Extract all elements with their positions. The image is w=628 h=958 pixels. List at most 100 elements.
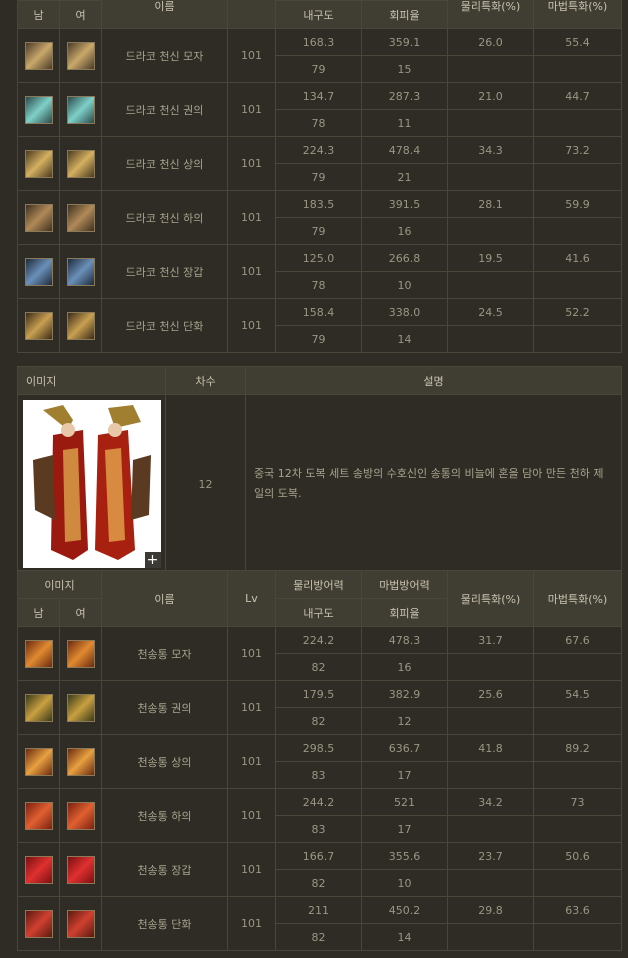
item-name: 드라코 천신 하의 bbox=[101, 190, 228, 245]
item-lv: 101 bbox=[227, 842, 276, 897]
female-icon-cell bbox=[59, 28, 102, 83]
header-phys-def: 물리방어력 bbox=[275, 570, 362, 599]
item-name: 드라코 천신 장갑 bbox=[101, 244, 228, 299]
item-magic-def: 266.8 bbox=[361, 244, 448, 272]
female-item-icon[interactable] bbox=[66, 855, 95, 884]
item-phys-def: 224.3 bbox=[275, 136, 362, 164]
male-item-icon[interactable] bbox=[24, 855, 53, 884]
set-description: 중국 12차 도복 세트 송방의 수호신인 송통의 비늘에 혼을 담아 만든 천… bbox=[245, 394, 622, 574]
item-phys-crit: 25.6 bbox=[447, 680, 534, 708]
male-item-icon[interactable] bbox=[24, 747, 53, 776]
female-icon-cell bbox=[59, 734, 102, 789]
item-durability: 78 bbox=[275, 271, 362, 299]
male-icon-cell bbox=[17, 734, 60, 789]
empty-cell bbox=[533, 325, 622, 353]
item-phys-def: 125.0 bbox=[275, 244, 362, 272]
empty-cell bbox=[447, 163, 534, 191]
item-evasion: 10 bbox=[361, 271, 448, 299]
header-name: 이름 bbox=[101, 570, 228, 627]
item-magic-crit: 89.2 bbox=[533, 734, 622, 762]
male-item-icon[interactable] bbox=[24, 909, 53, 938]
item-magic-crit: 54.5 bbox=[533, 680, 622, 708]
item-lv: 101 bbox=[227, 298, 276, 353]
item-durability: 83 bbox=[275, 761, 362, 789]
item-lv: 101 bbox=[227, 626, 276, 681]
empty-cell bbox=[447, 271, 534, 299]
female-icon-cell bbox=[59, 680, 102, 735]
item-row: 드라코 천신 모자 101 168.3 359.1 26.0 55.4 bbox=[17, 28, 622, 83]
item-row: 드라코 천신 장갑 101 125.0 266.8 19.5 41.6 bbox=[17, 244, 622, 299]
item-row: 천송통 상의 101 298.5 636.7 41.8 89.2 bbox=[17, 734, 622, 789]
male-icon-cell bbox=[17, 842, 60, 897]
female-icon-cell bbox=[59, 136, 102, 191]
male-item-icon[interactable] bbox=[24, 801, 53, 830]
item-lv: 101 bbox=[227, 788, 276, 843]
item-magic-crit: 55.4 bbox=[533, 28, 622, 56]
female-icon-cell bbox=[59, 842, 102, 897]
item-row: 천송통 단화 101 211 450.2 29.8 63.6 bbox=[17, 896, 622, 951]
female-item-icon[interactable] bbox=[66, 693, 95, 722]
item-durability: 79 bbox=[275, 55, 362, 83]
item-durability: 82 bbox=[275, 653, 362, 681]
male-item-icon[interactable] bbox=[24, 257, 53, 286]
empty-cell bbox=[533, 923, 622, 951]
item-phys-def: 224.2 bbox=[275, 626, 362, 654]
empty-cell bbox=[447, 653, 534, 681]
item-evasion: 21 bbox=[361, 163, 448, 191]
header-female: 여 bbox=[59, 598, 102, 627]
item-evasion: 14 bbox=[361, 923, 448, 951]
male-item-icon[interactable] bbox=[24, 203, 53, 232]
item-lv: 101 bbox=[227, 136, 276, 191]
female-item-icon[interactable] bbox=[66, 203, 95, 232]
female-item-icon[interactable] bbox=[66, 41, 95, 70]
header-lv: Lv bbox=[227, 570, 276, 627]
female-item-icon[interactable] bbox=[66, 747, 95, 776]
costume-illustration bbox=[22, 400, 161, 568]
male-item-icon[interactable] bbox=[24, 693, 53, 722]
set-info-table: 이미지 차수 설명 + 12 중국 12차 도복 세트 송방의 수호신인 송통의… bbox=[17, 366, 622, 574]
header-male: 남 bbox=[17, 598, 60, 627]
female-item-icon[interactable] bbox=[66, 909, 95, 938]
item-row: 드라코 천신 상의 101 224.3 478.4 34.3 73.2 bbox=[17, 136, 622, 191]
empty-cell bbox=[533, 109, 622, 137]
female-item-icon[interactable] bbox=[66, 149, 95, 178]
item-durability: 79 bbox=[275, 325, 362, 353]
item-phys-crit: 34.3 bbox=[447, 136, 534, 164]
empty-cell bbox=[533, 217, 622, 245]
male-icon-cell bbox=[17, 896, 60, 951]
header-magic-crit: 마법특화(%) bbox=[533, 0, 622, 29]
item-phys-def: 166.7 bbox=[275, 842, 362, 870]
item-lv: 101 bbox=[227, 680, 276, 735]
item-name: 천송통 하의 bbox=[101, 788, 228, 843]
male-item-icon[interactable] bbox=[24, 639, 53, 668]
item-durability: 82 bbox=[275, 923, 362, 951]
item-row: 천송통 하의 101 244.2 521 34.2 73 bbox=[17, 788, 622, 843]
male-item-icon[interactable] bbox=[24, 41, 53, 70]
item-row: 드라코 천신 단화 101 158.4 338.0 24.5 52.2 bbox=[17, 298, 622, 353]
male-item-icon[interactable] bbox=[24, 311, 53, 340]
item-magic-crit: 41.6 bbox=[533, 244, 622, 272]
female-item-icon[interactable] bbox=[66, 311, 95, 340]
male-item-icon[interactable] bbox=[24, 149, 53, 178]
male-item-icon[interactable] bbox=[24, 95, 53, 124]
female-item-icon[interactable] bbox=[66, 257, 95, 286]
item-evasion: 15 bbox=[361, 55, 448, 83]
item-phys-crit: 41.8 bbox=[447, 734, 534, 762]
female-item-icon[interactable] bbox=[66, 801, 95, 830]
female-item-icon[interactable] bbox=[66, 639, 95, 668]
item-lv: 101 bbox=[227, 896, 276, 951]
item-evasion: 17 bbox=[361, 761, 448, 789]
enlarge-plus-icon[interactable]: + bbox=[144, 552, 161, 568]
item-row: 천송통 권의 101 179.5 382.9 25.6 54.5 bbox=[17, 680, 622, 735]
item-magic-def: 287.3 bbox=[361, 82, 448, 110]
item-phys-def: 168.3 bbox=[275, 28, 362, 56]
female-icon-cell bbox=[59, 244, 102, 299]
set-preview-image[interactable]: + bbox=[22, 400, 161, 568]
female-item-icon[interactable] bbox=[66, 95, 95, 124]
section-header-description: 설명 bbox=[245, 366, 622, 395]
empty-cell bbox=[533, 55, 622, 83]
item-phys-crit: 24.5 bbox=[447, 298, 534, 326]
item-magic-crit: 73.2 bbox=[533, 136, 622, 164]
item-magic-crit: 50.6 bbox=[533, 842, 622, 870]
item-phys-crit: 31.7 bbox=[447, 626, 534, 654]
